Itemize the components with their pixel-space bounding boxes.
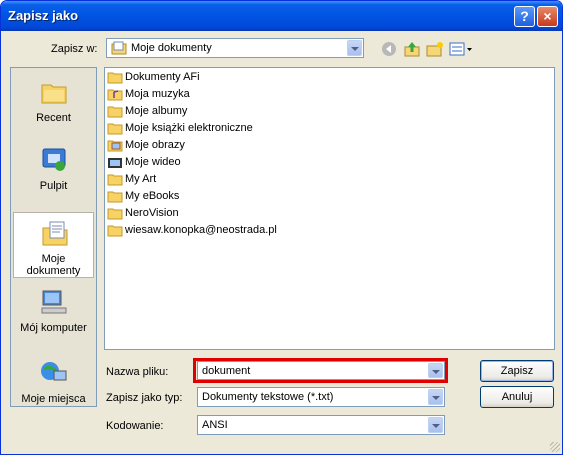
file-name: My eBooks	[125, 190, 180, 202]
place-desktop[interactable]: Pulpit	[13, 140, 94, 206]
video-folder-icon	[108, 158, 122, 168]
file-name: Dokumenty AFi	[125, 71, 200, 83]
new-folder-icon[interactable]	[426, 41, 444, 57]
title-bar[interactable]: Zapisz jako ? ×	[1, 1, 562, 31]
file-name: wiesaw.konopka@neostrada.pl	[125, 224, 277, 236]
music-folder-icon	[107, 89, 123, 101]
place-label: Mój komputer	[20, 322, 87, 334]
file-name: Moja muzyka	[125, 88, 190, 100]
back-icon[interactable]	[380, 41, 398, 57]
recent-folder-icon	[41, 84, 67, 104]
view-menu-icon[interactable]	[449, 41, 473, 57]
place-label: Moje dokumenty	[26, 253, 81, 277]
chevron-down-icon[interactable]	[347, 40, 362, 56]
save-in-label: Zapisz w:	[51, 43, 98, 55]
save-in-dropdown[interactable]: Moje dokumenty	[106, 38, 364, 58]
encoding-value: ANSI	[202, 419, 228, 431]
encoding-label: Kodowanie:	[106, 420, 164, 432]
filename-label: Nazwa pliku:	[106, 366, 169, 378]
place-network[interactable]: Moje miejsca	[13, 353, 94, 419]
file-list[interactable]: Dokumenty AFi Moja muzyka Moje albumy Mo…	[104, 67, 555, 350]
my-documents-small-icon	[111, 41, 127, 55]
file-name: My Art	[125, 173, 157, 185]
network-places-icon	[41, 362, 67, 381]
folder-icon	[107, 106, 123, 118]
my-computer-icon	[41, 290, 67, 314]
folder-icon	[107, 225, 123, 237]
chevron-down-icon[interactable]	[428, 417, 443, 433]
chevron-down-icon[interactable]	[428, 389, 443, 405]
pictures-folder-icon	[107, 140, 123, 152]
file-name: Moje książki elektroniczne	[125, 122, 253, 134]
place-my-computer[interactable]: Mój komputer	[13, 282, 94, 348]
folder-icon	[107, 174, 123, 186]
folder-icon	[107, 191, 123, 203]
file-name: Moje wideo	[125, 156, 181, 168]
place-my-documents[interactable]: Moje dokumenty	[13, 212, 94, 278]
places-bar: Recent Pulpit Moje dokumenty Mój kompute…	[10, 67, 97, 407]
place-label: Pulpit	[39, 180, 68, 192]
save-button[interactable]: Zapisz	[480, 360, 554, 382]
filetype-value: Dokumenty tekstowe (*.txt)	[202, 391, 334, 403]
help-button[interactable]: ?	[514, 6, 535, 27]
save-as-dialog: Zapisz jako ? × Zapisz w: Moje dokumenty…	[0, 0, 563, 455]
folder-icon	[107, 123, 123, 135]
folder-icon	[107, 208, 123, 220]
resize-grip[interactable]	[550, 442, 560, 452]
place-recent[interactable]: Recent	[13, 72, 94, 138]
filename-highlight	[193, 358, 448, 383]
file-name: Moje obrazy	[125, 139, 185, 151]
up-folder-icon[interactable]	[403, 41, 421, 57]
save-in-value: Moje dokumenty	[131, 42, 212, 54]
dialog-title: Zapisz jako	[8, 8, 79, 23]
filetype-label: Zapisz jako typ:	[106, 392, 183, 404]
desktop-icon	[42, 148, 66, 171]
encoding-dropdown[interactable]: ANSI	[197, 415, 445, 435]
my-documents-icon	[42, 221, 68, 246]
close-button[interactable]: ×	[537, 6, 558, 27]
place-label: Moje miejsca	[21, 393, 86, 405]
cancel-button[interactable]: Anuluj	[480, 386, 554, 408]
place-label: Recent	[36, 112, 71, 124]
file-name: Moje albumy	[125, 105, 188, 117]
filetype-dropdown[interactable]: Dokumenty tekstowe (*.txt)	[197, 387, 445, 407]
folder-icon	[107, 72, 123, 84]
file-name: NeroVision	[125, 207, 179, 219]
